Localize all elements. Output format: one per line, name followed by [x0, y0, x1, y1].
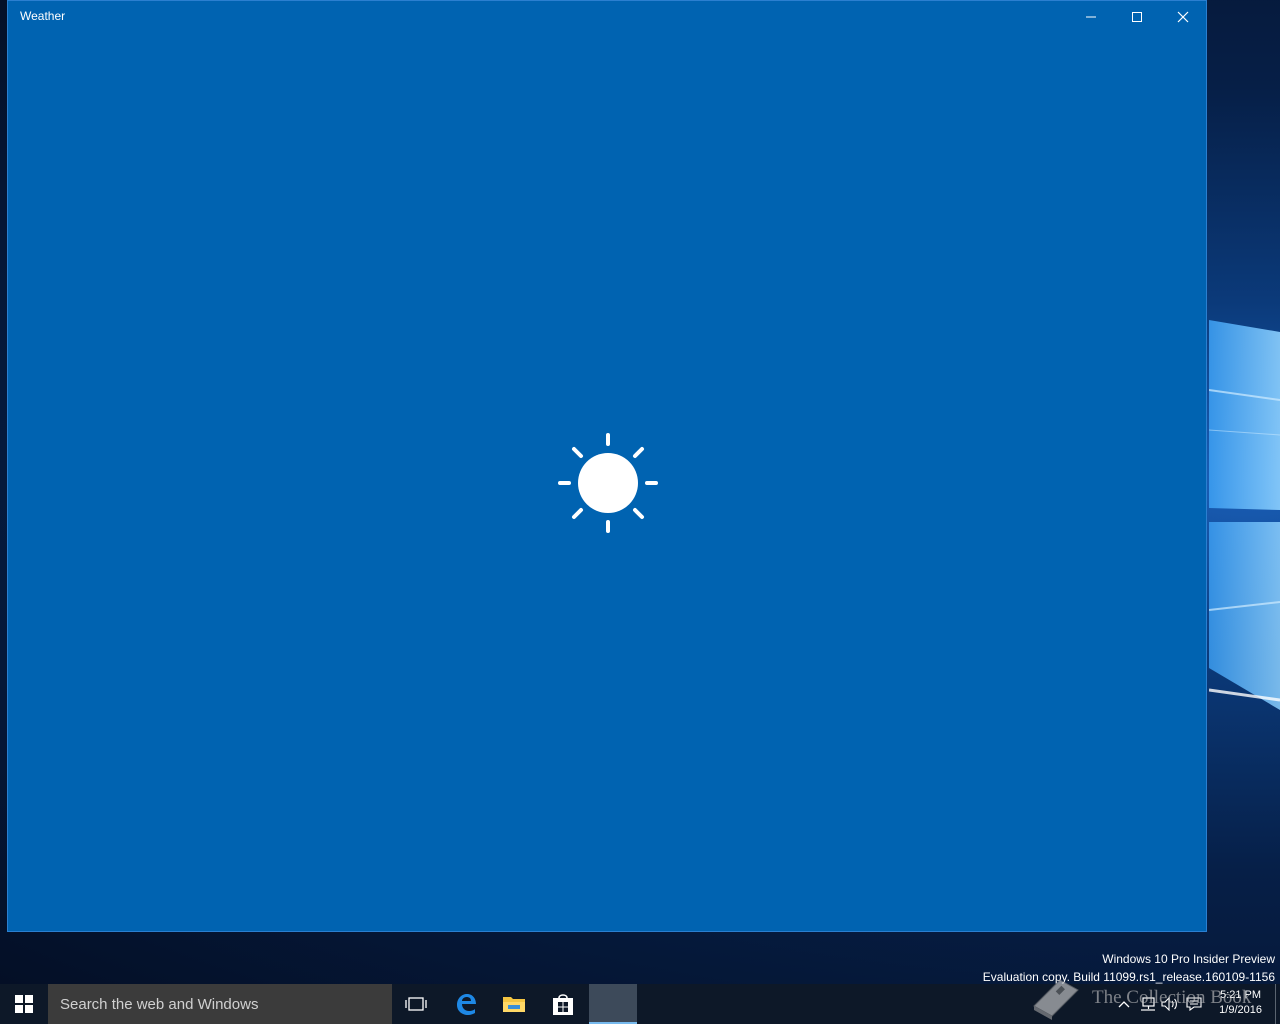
search-placeholder: Search the web and Windows — [60, 995, 259, 1013]
watermark-edition: Windows 10 Pro Insider Preview — [1102, 952, 1275, 966]
taskbar-app-edge[interactable] — [442, 984, 490, 1024]
task-view-button[interactable] — [392, 984, 440, 1024]
folder-icon — [503, 997, 525, 1012]
close-button[interactable] — [1160, 1, 1206, 33]
title-bar[interactable]: Weather — [8, 1, 1206, 33]
taskbar-app-weather[interactable] — [589, 984, 637, 1024]
windows-start-icon — [15, 995, 33, 1013]
windows-wallpaper-logo — [1209, 320, 1280, 710]
window-title: Weather — [20, 9, 66, 23]
minimize-button[interactable] — [1068, 1, 1114, 33]
overlay-text: The Collection Book — [1092, 987, 1252, 1008]
taskbar-app-store[interactable] — [539, 984, 587, 1024]
store-icon — [553, 994, 573, 1015]
maximize-button[interactable] — [1114, 1, 1160, 33]
maximize-icon — [1132, 12, 1142, 22]
search-input[interactable]: Search the web and Windows — [48, 984, 392, 1024]
taskbar-app-file-explorer[interactable] — [490, 984, 538, 1024]
sun-icon — [558, 433, 658, 533]
minimize-icon — [1086, 16, 1096, 18]
overlay-logo: The Collection Book — [1030, 976, 1251, 1020]
book-icon — [1033, 979, 1079, 1020]
close-icon — [1177, 11, 1189, 23]
edge-icon — [457, 994, 476, 1015]
task-view-icon — [405, 997, 427, 1011]
show-desktop-button[interactable] — [1275, 984, 1280, 1024]
weather-app-window: Weather — [7, 0, 1207, 932]
start-button[interactable] — [0, 984, 48, 1024]
